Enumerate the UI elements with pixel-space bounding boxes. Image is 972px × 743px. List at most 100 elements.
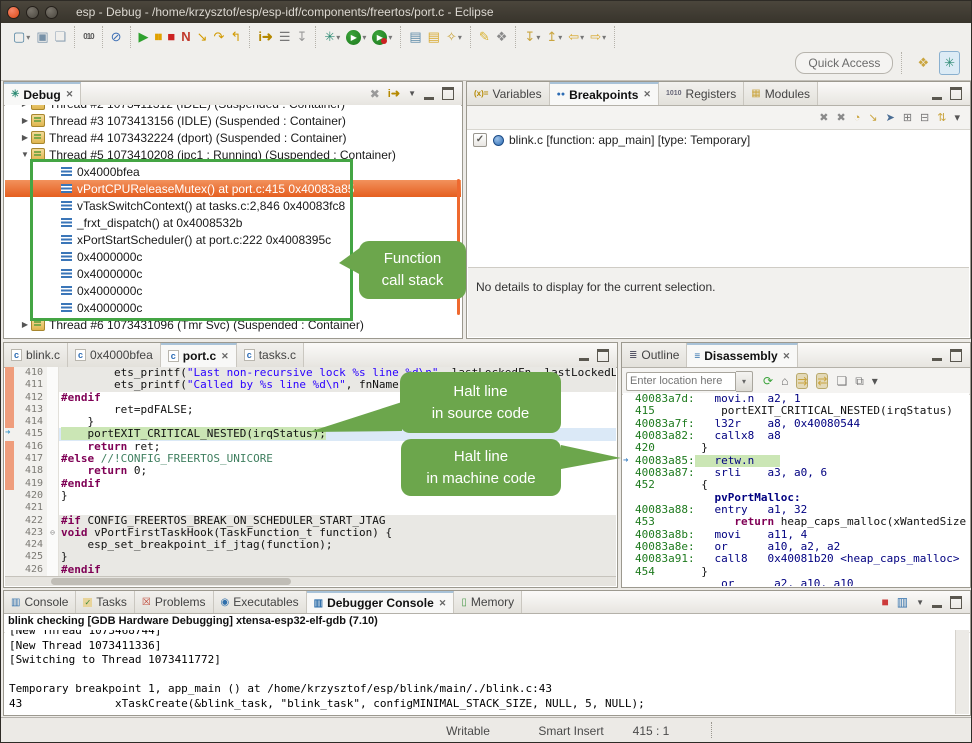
maximize-icon[interactable] (950, 596, 962, 609)
window-close-icon[interactable] (7, 6, 20, 19)
open-project-button[interactable]: ▤ (407, 28, 423, 46)
step-filters-button[interactable]: ☰ (277, 28, 293, 46)
disassembly-line[interactable]: or a2, a10, a10 (623, 578, 969, 586)
tab-modules[interactable]: ▦ Modules (744, 82, 818, 105)
dropdown-icon[interactable]: ▾ (362, 33, 366, 42)
disassembly-line[interactable]: 420 } (623, 442, 969, 454)
fold-icon[interactable]: ⊖ (47, 527, 59, 539)
minimize-icon[interactable] (424, 88, 434, 100)
terminate-button[interactable]: ■ (165, 28, 177, 46)
home-icon[interactable]: ⌂ (781, 374, 788, 388)
disassembly-line[interactable]: 452 { (623, 479, 969, 491)
close-icon[interactable]: ✕ (439, 598, 447, 609)
minimize-icon[interactable] (579, 349, 589, 361)
tab-problems[interactable]: ☒ Problems (135, 591, 214, 613)
location-dropdown-icon[interactable]: ▾ (736, 371, 753, 392)
expander-icon[interactable]: ▼ (19, 150, 31, 159)
dropdown-icon[interactable]: ▾ (388, 33, 392, 42)
console-menu-icon[interactable]: ▼ (916, 598, 924, 607)
expander-icon[interactable]: ▶ (19, 105, 31, 108)
instruction-stepping-button[interactable]: i➜ (256, 28, 275, 46)
code-line[interactable]: 424 esp_set_breakpoint_if_jtag(function)… (5, 539, 616, 551)
tab-executables[interactable]: ◉ Executables (214, 591, 307, 613)
expander-icon[interactable]: ▶ (19, 133, 31, 142)
quick-access-button[interactable]: Quick Access (795, 52, 893, 74)
resume-button[interactable]: ▶ (137, 28, 151, 46)
display-console-icon[interactable]: ▥ (897, 595, 908, 609)
view-menu-icon[interactable]: ▾ (872, 374, 878, 388)
dropdown-icon[interactable]: ▾ (26, 33, 30, 42)
save-button[interactable]: ▣ (34, 28, 50, 46)
annotations-button[interactable]: ❖ (494, 28, 510, 46)
disassembly-line[interactable]: 415 portEXIT_CRITICAL_NESTED(irqStatus) (623, 405, 969, 417)
tab-port-c[interactable]: c port.c ✕ (161, 343, 237, 367)
save-all-button[interactable]: ❏ (53, 28, 69, 46)
debug-thread-row[interactable]: ▶Thread #3 1073413156 (IDLE) (Suspended … (5, 112, 461, 129)
location-input[interactable] (626, 372, 736, 391)
debug-thread-row[interactable]: ▶Thread #4 1073432224 (dport) (Suspended… (5, 129, 461, 146)
suspend-button[interactable]: ▮▮ (153, 28, 164, 46)
console-output[interactable]: [New Thread 1073468744][New Thread 10734… (5, 630, 956, 714)
follow-pc-icon[interactable]: ⇉ (796, 373, 808, 389)
sync-selection-icon[interactable]: ⇄ (816, 373, 828, 389)
tab-debug[interactable]: ✳ Debug ✕ (4, 82, 81, 105)
drop-to-frame-button[interactable]: ↧ (294, 28, 309, 46)
tab-breakpoints[interactable]: ●● Breakpoints ✕ (550, 82, 659, 105)
step-return-button[interactable]: ↰ (228, 28, 243, 46)
dropdown-icon[interactable]: ▾ (536, 33, 540, 42)
tab-debugger-console[interactable]: ▥ Debugger Console ✕ (307, 591, 455, 613)
mark-occurrences-button[interactable]: ✎ (477, 28, 492, 46)
dropdown-icon[interactable]: ▾ (558, 33, 562, 42)
tab-tasks[interactable]: ✓ Tasks (76, 591, 134, 613)
disassembly-code-area[interactable]: 40083a7d: movi.n a2, 1415 portEXIT_CRITI… (623, 393, 969, 586)
new-wizard-button[interactable]: ▢▾ (11, 28, 32, 46)
tab-disassembly[interactable]: ≡ Disassembly ✕ (687, 343, 798, 367)
collapse-all-icon[interactable]: ⊟ (920, 111, 929, 124)
search-button[interactable]: ✧▾ (444, 28, 464, 46)
tab-0x4000bfea[interactable]: c 0x4000bfea (68, 343, 161, 367)
tab-outline[interactable]: ≣ Outline (622, 343, 687, 367)
open-new-view-icon[interactable]: ❏ (836, 374, 847, 388)
step-over-button[interactable]: ↷ (212, 28, 227, 46)
terminate-console-icon[interactable]: ■ (881, 595, 888, 609)
horizontal-scrollbar[interactable] (5, 576, 616, 586)
skip-all-breakpoints-button[interactable]: ⊘ (109, 28, 124, 46)
tab-console[interactable]: ▥ Console (4, 591, 76, 613)
refresh-icon[interactable]: ⟳ (763, 374, 773, 388)
show-supported-breakpoints-icon[interactable]: ◔ (854, 112, 861, 124)
link-with-debug-icon[interactable]: ➤ (886, 111, 895, 124)
last-edit-location-button[interactable]: ↧▾ (522, 28, 542, 46)
remove-all-breakpoints-icon[interactable]: ✖ (837, 111, 846, 124)
console-scrollbar[interactable] (955, 630, 969, 714)
dropdown-icon[interactable]: ▾ (458, 33, 462, 42)
view-menu-icon[interactable]: ▼ (408, 89, 416, 98)
dropdown-icon[interactable]: ▾ (336, 33, 340, 42)
debug-thread-row[interactable]: ▶Thread #2 1073411312 (IDLE) (Suspended … (5, 105, 461, 112)
minimize-icon[interactable] (932, 349, 942, 361)
minimize-icon[interactable] (932, 88, 942, 100)
maximize-icon[interactable] (442, 87, 454, 100)
maximize-icon[interactable] (950, 87, 962, 100)
window-minimize-icon[interactable] (26, 6, 39, 19)
window-maximize-icon[interactable] (45, 6, 58, 19)
expand-all-icon[interactable]: ⊞ (903, 111, 912, 124)
dropdown-icon[interactable]: ▾ (602, 33, 606, 42)
breakpoint-checkbox[interactable]: ✓ (473, 133, 487, 147)
maximize-icon[interactable] (950, 349, 962, 362)
debug-button[interactable]: ✳▾ (322, 28, 342, 46)
close-icon[interactable]: ✕ (643, 89, 651, 100)
debug-perspective-icon[interactable]: ✳ (939, 51, 960, 75)
instruction-stepping-mode-icon[interactable]: i➜ (388, 87, 400, 100)
scrollbar-handle[interactable] (51, 578, 291, 585)
expander-icon[interactable]: ▶ (19, 116, 31, 125)
minimize-icon[interactable] (932, 596, 942, 608)
view-menu-icon[interactable]: ▾ (954, 111, 960, 124)
code-line[interactable]: 426#endif (5, 564, 616, 576)
close-icon[interactable]: ✕ (221, 351, 229, 362)
disassembly-line[interactable]: 40083a91: call8 0x40081b20 <heap_caps_ma… (623, 553, 969, 565)
tab-tasks-c[interactable]: c tasks.c (237, 343, 304, 367)
forward-button[interactable]: ⇨▾ (588, 28, 608, 46)
step-into-button[interactable]: ↘ (195, 28, 210, 46)
external-tools-button[interactable]: ▶▾ (370, 29, 394, 46)
link-editor-icon[interactable]: ⧉ (855, 374, 864, 389)
